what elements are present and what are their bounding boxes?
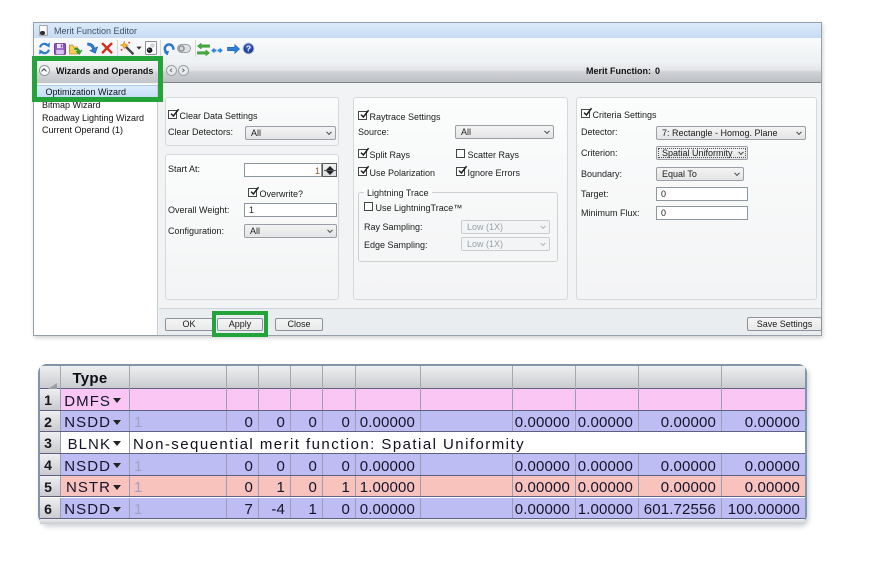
svg-text:?: ?: [246, 43, 251, 53]
